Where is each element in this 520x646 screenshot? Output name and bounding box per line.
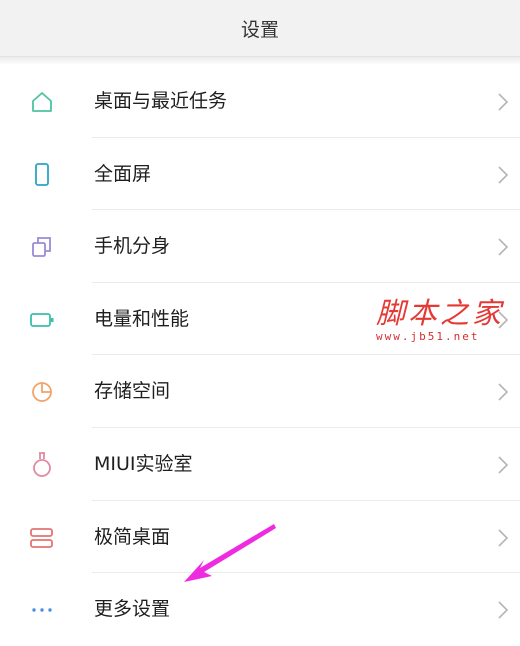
settings-item-label: 极简桌面 (94, 525, 171, 548)
settings-item-label: 存储空间 (94, 380, 171, 403)
settings-item-storage[interactable]: 存储空间 (0, 355, 520, 428)
settings-item-label: 电量和性能 (94, 307, 190, 330)
chevron-right-icon (498, 383, 509, 401)
chevron-right-icon (498, 238, 509, 256)
page-title: 设置 (240, 18, 279, 41)
settings-item-label: 更多设置 (94, 598, 171, 621)
settings-item-dual-apps[interactable]: 手机分身 (0, 210, 520, 283)
settings-item-battery-performance[interactable]: 电量和性能 (0, 283, 520, 356)
chevron-right-icon (498, 166, 509, 184)
more-dots-icon (28, 597, 56, 623)
settings-item-label: 桌面与最近任务 (94, 90, 228, 112)
settings-item-desktop-recents[interactable]: 桌面与最近任务 (0, 65, 520, 138)
settings-item-label: MIUI实验室 (94, 452, 193, 475)
chevron-right-icon (498, 601, 509, 619)
chevron-right-icon (498, 311, 509, 329)
settings-item-label: 手机分身 (94, 235, 171, 258)
flask-icon (28, 452, 56, 478)
chevron-right-icon (498, 93, 509, 111)
simple-desktop-icon (28, 525, 56, 551)
phone-icon (28, 162, 56, 188)
settings-item-label: 全面屏 (94, 162, 152, 185)
pointer-arrow-annotation (184, 524, 276, 582)
header-shadow (0, 57, 520, 65)
chevron-right-icon (498, 528, 509, 547)
home-icon (28, 89, 56, 115)
title-bar: 设置 (0, 0, 520, 57)
chevron-right-icon (498, 456, 509, 474)
battery-icon (28, 307, 56, 333)
settings-item-miui-lab[interactable]: MIUI实验室 (0, 428, 520, 501)
clone-icon (28, 234, 56, 260)
pie-chart-icon (28, 379, 56, 405)
settings-item-full-screen[interactable]: 全面屏 (0, 138, 520, 211)
